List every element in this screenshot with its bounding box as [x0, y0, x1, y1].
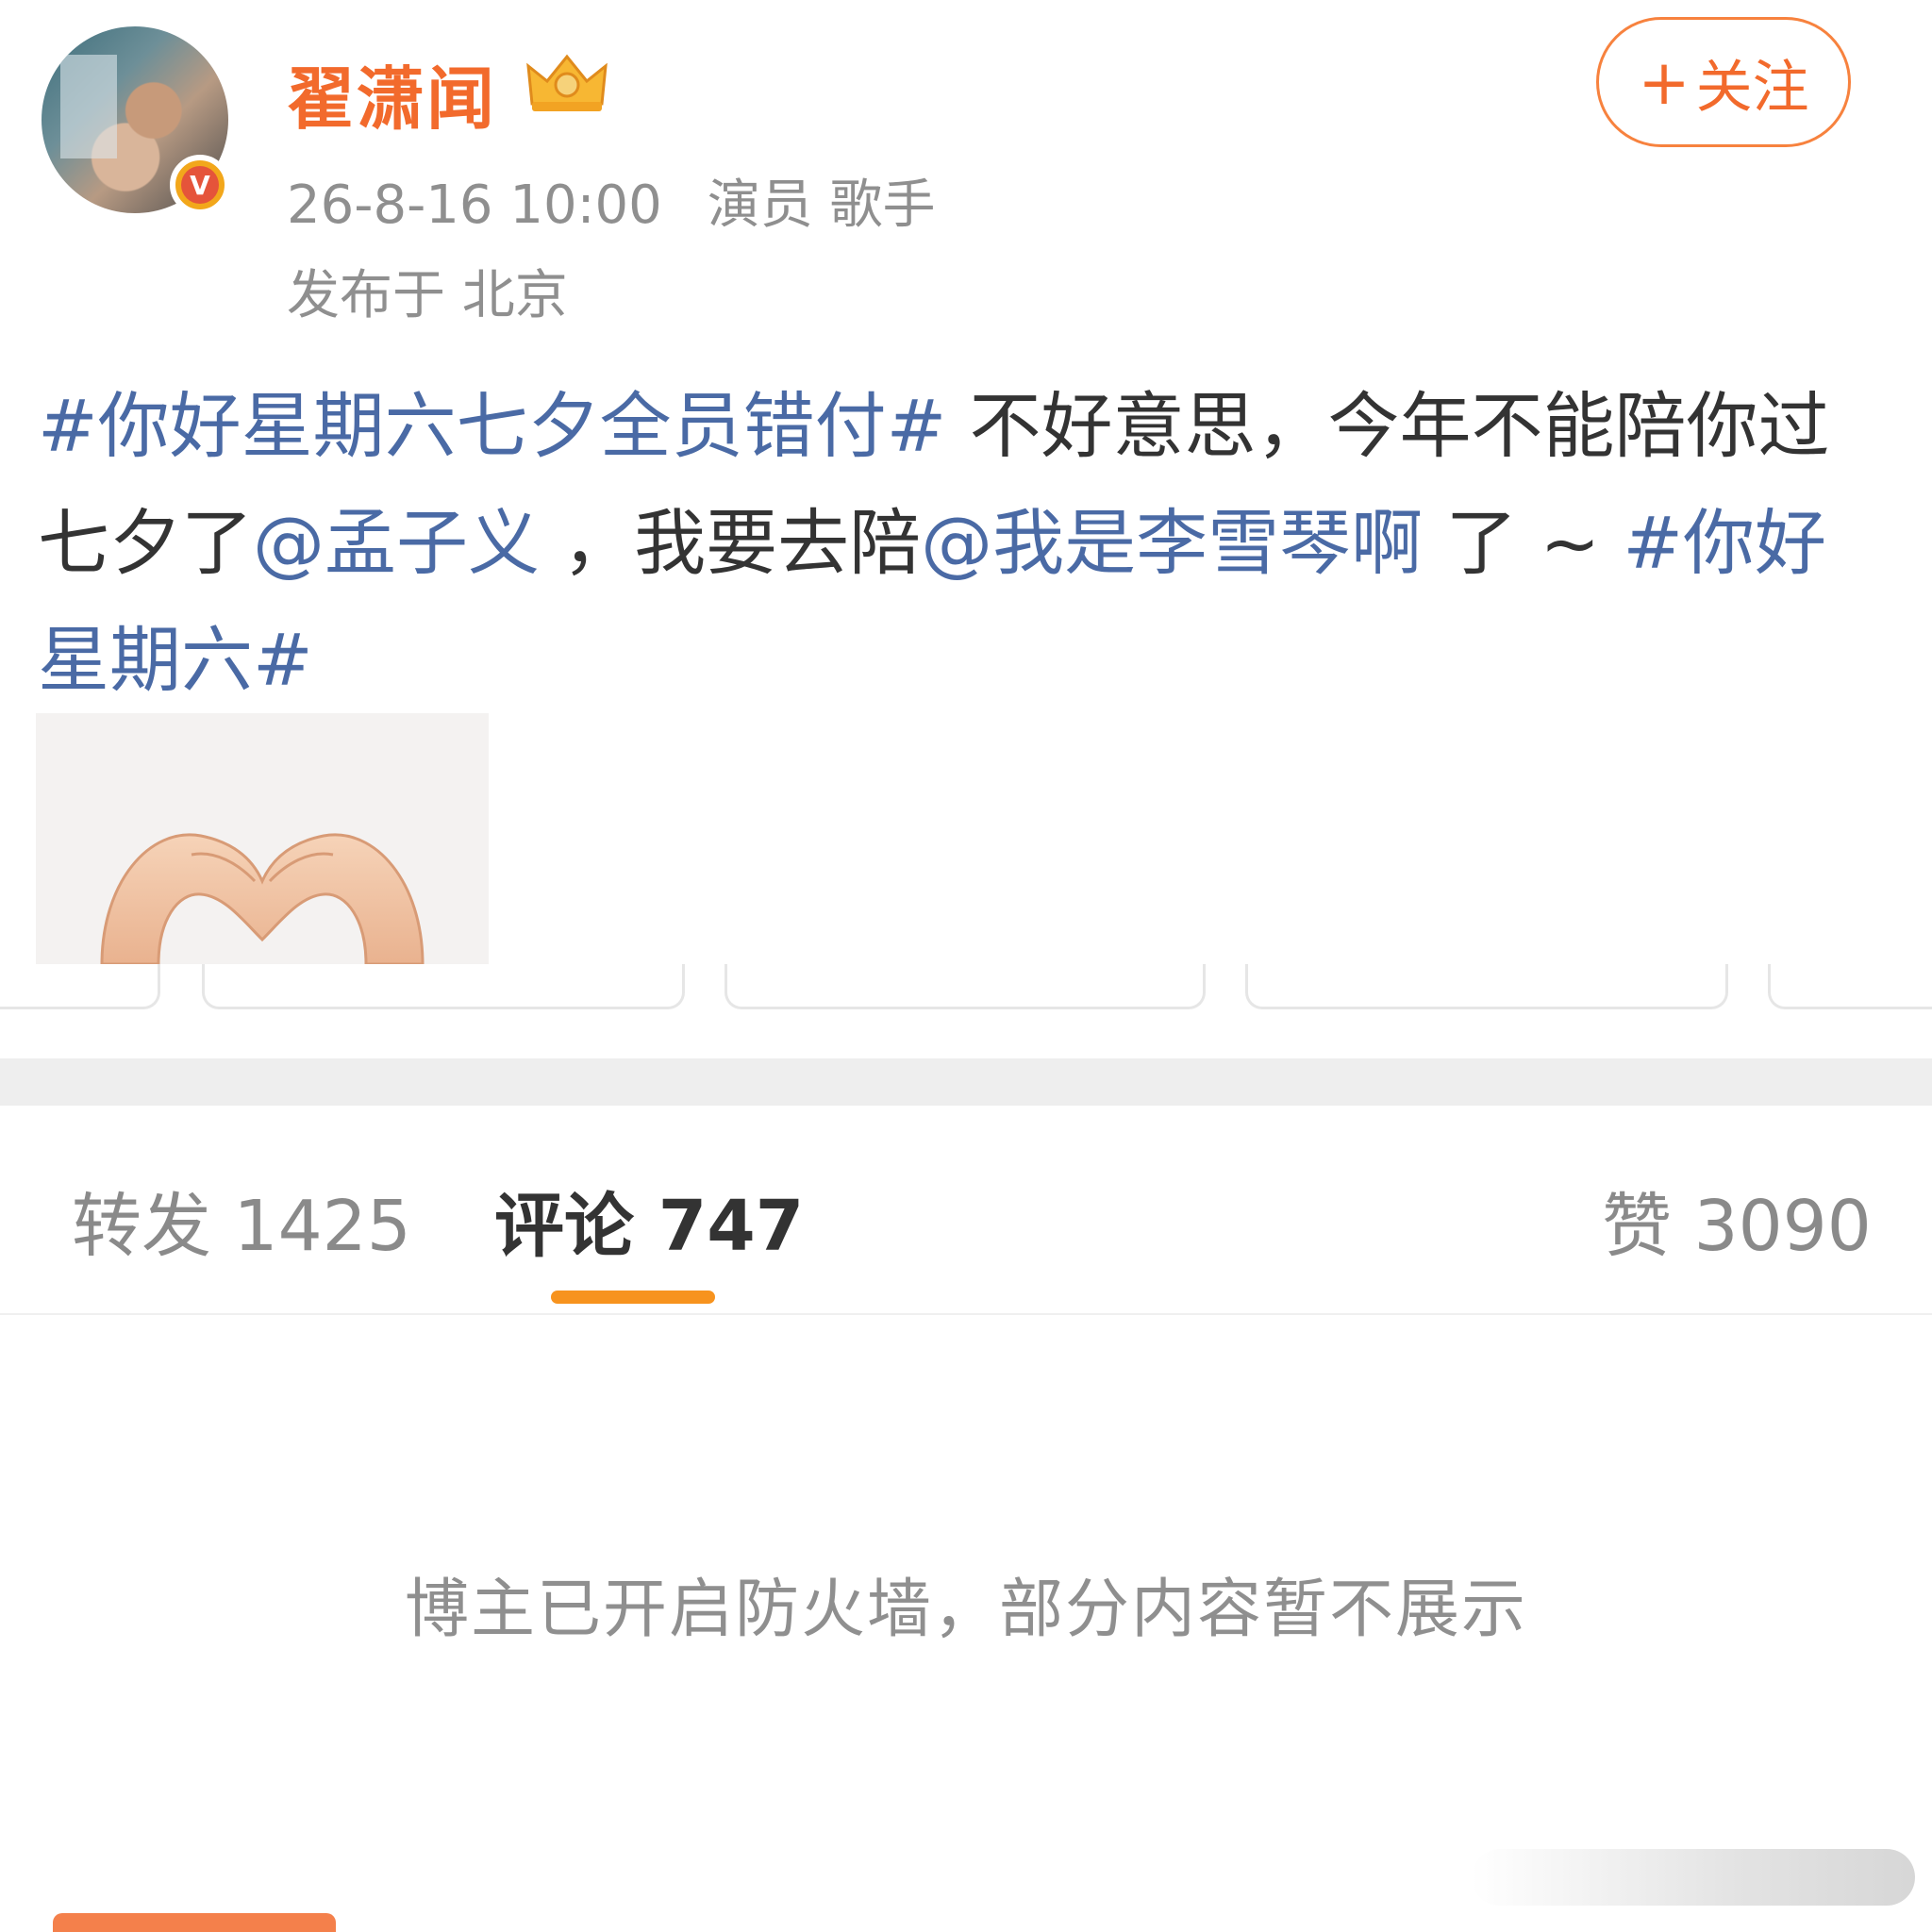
tab-like[interactable]: 赞 3090 [1602, 1170, 1872, 1271]
section-divider [0, 1058, 1932, 1106]
post-time: 26-8-16 10:00 [287, 175, 662, 236]
mention-link[interactable]: @孟子义 [253, 501, 540, 585]
hashtag-link[interactable]: #你好星期六七夕全员错付# [38, 384, 946, 468]
tab-comment[interactable]: 评论 747 [494, 1170, 804, 1271]
verified-badge-icon: V [170, 155, 230, 215]
post-image[interactable] [36, 713, 489, 964]
thumbnail-frame[interactable] [1768, 964, 1932, 1009]
scroll-indicator [1472, 1849, 1915, 1906]
thumbnail-frame[interactable] [1245, 964, 1728, 1009]
post-text-segment: 了 ~ [1423, 501, 1624, 585]
firewall-notice: 博主已开启防火墙，部分内容暂不展示 [404, 1573, 1527, 1647]
post-text-segment: ，我要去陪 [540, 501, 922, 585]
tab-divider [0, 1313, 1932, 1315]
follow-button[interactable]: + 关注 [1596, 17, 1851, 147]
next-section-heading [53, 1913, 336, 1932]
thumbnail-frame[interactable] [202, 964, 685, 1009]
mention-link[interactable]: @我是李雪琴啊 [921, 501, 1423, 585]
avatar-photo-detail [60, 55, 117, 158]
heart-hands-icon [100, 833, 425, 964]
verified-badge-label: V [181, 166, 219, 204]
post-location: 发布于 北京 [287, 265, 568, 326]
post-meta: 26-8-16 10:00 演员 歌手 [287, 162, 936, 239]
tab-repost[interactable]: 转发 1425 [72, 1170, 411, 1271]
thumbnail-frame[interactable] [724, 964, 1206, 1009]
thumbnail-frame[interactable] [0, 964, 160, 1009]
username[interactable]: 翟潇闻 [287, 43, 496, 142]
post-content: #你好星期六七夕全员错付# 不好意思，今年不能陪你过七夕了@孟子义 ，我要去陪@… [38, 368, 1887, 719]
image-thumbnail-strip [0, 964, 1932, 1011]
author-tags: 演员 歌手 [707, 175, 936, 236]
crown-icon [526, 54, 608, 111]
plus-icon: + [1638, 45, 1690, 119]
follow-label: 关注 [1695, 54, 1809, 121]
active-tab-indicator [551, 1291, 715, 1304]
